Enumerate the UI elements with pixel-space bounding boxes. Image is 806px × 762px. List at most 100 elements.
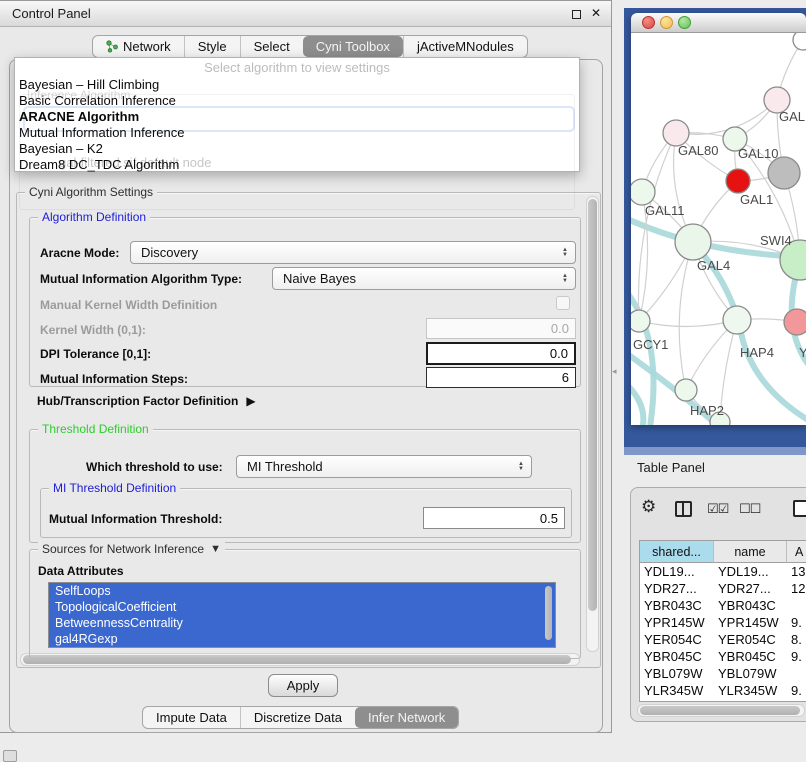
list-scrollbar-thumb[interactable] [545, 586, 552, 640]
table-cell[interactable]: YIL052C [640, 699, 714, 702]
which-threshold-select[interactable]: MI Threshold ▲▼ [236, 455, 532, 478]
table-cell[interactable]: 8. [787, 631, 806, 648]
minimize-traffic-icon[interactable] [660, 16, 673, 29]
splitter-collapse-icon[interactable]: ◂ [612, 366, 617, 377]
mi-threshold-input[interactable] [423, 507, 565, 529]
algorithm-option[interactable]: Mutual Information Inference [19, 125, 184, 141]
network-edge[interactable] [676, 100, 777, 134]
scrollbar-thumb[interactable] [588, 199, 597, 611]
network-node-hub-gray[interactable] [768, 157, 800, 189]
scrollbar-thumb[interactable] [640, 706, 800, 715]
float-window-icon[interactable] [572, 10, 581, 19]
table-row[interactable]: YBR043CYBR043C [640, 597, 806, 614]
algorithm-option[interactable]: Basic Correlation Inference [19, 93, 176, 109]
algorithm-option-selected[interactable]: ARACNE Algorithm [19, 109, 139, 125]
network-node-gal1[interactable] [726, 169, 750, 193]
select-all-columns-icon[interactable]: ☑☑ [707, 501, 728, 517]
table-cell[interactable]: YLR345W [640, 682, 714, 699]
kernel-width-input[interactable] [426, 318, 576, 339]
table-row[interactable]: YBL079WYBL079W [640, 665, 806, 682]
table-cell[interactable]: YIL052C [714, 699, 787, 702]
network-node-gal4[interactable] [675, 224, 711, 260]
network-node-hap4[interactable] [723, 306, 751, 334]
tab-jactivemnodules[interactable]: jActiveMNodules [403, 36, 527, 57]
mi-steps-input[interactable] [426, 367, 576, 388]
network-graph[interactable]: GALGAL80GAL10GAL1GAL11GAL4SWI4GCY1HAP4YH… [631, 33, 806, 425]
column-header-shared-name[interactable]: shared... [640, 541, 714, 563]
column-header-name[interactable]: name [714, 541, 787, 563]
table-row[interactable]: YDL19...YDL19...13 [640, 563, 806, 580]
new-table-icon[interactable] [793, 500, 806, 517]
network-node-gal11[interactable] [631, 179, 655, 205]
network-edge[interactable] [639, 320, 737, 327]
table-row[interactable]: YBR045CYBR045C9. [640, 648, 806, 665]
attribute-item-selected[interactable]: gal4RGexp [49, 631, 555, 647]
zoom-traffic-icon[interactable] [678, 16, 691, 29]
table-cell[interactable]: YPR145W [640, 614, 714, 631]
close-icon[interactable]: ✕ [591, 6, 601, 20]
table-cell[interactable]: YBL079W [714, 665, 787, 682]
network-view-window[interactable]: GALGAL80GAL10GAL1GAL11GAL4SWI4GCY1HAP4YH… [631, 13, 806, 425]
network-edge-highlighted[interactable] [631, 378, 643, 425]
table-cell[interactable]: 0 [787, 699, 806, 702]
network-node-edge-node[interactable] [793, 33, 806, 50]
network-canvas[interactable]: GALGAL80GAL10GAL1GAL11GAL4SWI4GCY1HAP4YH… [631, 33, 806, 425]
table-cell[interactable]: 13 [787, 563, 806, 580]
columns-icon[interactable] [675, 501, 692, 517]
table-cell[interactable]: YBR045C [714, 648, 787, 665]
mi-algorithm-type-select[interactable]: Naive Bayes ▲▼ [272, 267, 576, 290]
table-cell[interactable]: YDR27... [714, 580, 787, 597]
table-cell[interactable]: YBR043C [714, 597, 787, 614]
table-cell[interactable]: YDL19... [640, 563, 714, 580]
data-attributes-list[interactable]: SelfLoops TopologicalCoefficient Between… [48, 582, 556, 648]
algorithm-option[interactable]: Dream8 DC_TDC Algorithm [19, 157, 179, 173]
network-node-gcy1[interactable] [631, 310, 650, 332]
table-row[interactable]: YLR345WYLR345W9. [640, 682, 806, 699]
table-horizontal-scrollbar[interactable] [637, 704, 805, 717]
table-row[interactable]: YDR27...YDR27...12 [640, 580, 806, 597]
table-cell[interactable]: YPR145W [714, 614, 787, 631]
gear-icon[interactable]: ⚙ [641, 497, 656, 517]
table-cell[interactable] [787, 597, 806, 614]
network-node-salmon[interactable] [784, 309, 806, 335]
table-cell[interactable] [787, 665, 806, 682]
table-row[interactable]: YIL052CYIL052C0 [640, 699, 806, 702]
attribute-item-selected[interactable]: BetweennessCentrality [49, 615, 555, 631]
table-cell[interactable]: YBR043C [640, 597, 714, 614]
table-cell[interactable]: 9. [787, 682, 806, 699]
algorithm-option[interactable]: Bayesian – Hill Climbing [19, 77, 159, 93]
panel-corner-button[interactable] [3, 750, 17, 762]
table-cell[interactable]: 12 [787, 580, 806, 597]
table-cell[interactable]: YDL19... [714, 563, 787, 580]
table-cell[interactable]: YER054C [714, 631, 787, 648]
tab-cyni-toolbox[interactable]: Cyni Toolbox [303, 36, 403, 57]
table-cell[interactable]: YLR345W [714, 682, 787, 699]
network-node-hap2[interactable] [675, 379, 697, 401]
tab-discretize-data[interactable]: Discretize Data [240, 707, 355, 728]
table-cell[interactable]: YBR045C [640, 648, 714, 665]
collapsed-arrow-icon[interactable]: ▶ [246, 394, 255, 408]
algorithm-option[interactable]: Bayesian – K2 [19, 141, 103, 157]
tab-network[interactable]: Network [93, 36, 184, 57]
table-cell[interactable]: 9. [787, 614, 806, 631]
attribute-item-selected[interactable]: TopologicalCoefficient [49, 599, 555, 615]
manual-kernel-width-checkbox[interactable] [556, 296, 570, 310]
hub-definition-section[interactable]: Hub/Transcription Factor Definition ▶ [37, 394, 256, 408]
table-row[interactable]: YPR145WYPR145W9. [640, 614, 806, 631]
table-cell[interactable]: YDR27... [640, 580, 714, 597]
table-row[interactable]: YER054CYER054C8. [640, 631, 806, 648]
dpi-tolerance-input[interactable] [426, 342, 576, 365]
tab-impute-data[interactable]: Impute Data [143, 707, 240, 728]
close-traffic-icon[interactable] [642, 16, 655, 29]
settings-vertical-scrollbar[interactable] [586, 196, 599, 652]
column-header-partial[interactable]: A [787, 541, 806, 563]
table-cell[interactable]: 9. [787, 648, 806, 665]
tab-style[interactable]: Style [184, 36, 240, 57]
network-window-titlebar[interactable] [631, 13, 806, 33]
table-cell[interactable]: YBL079W [640, 665, 714, 682]
table-cell[interactable]: YER054C [640, 631, 714, 648]
apply-button[interactable]: Apply [268, 674, 338, 697]
attribute-item-selected[interactable]: SelfLoops [49, 583, 555, 599]
tab-infer-network[interactable]: Infer Network [355, 707, 458, 728]
expanded-arrow-icon[interactable]: ▼ [210, 543, 221, 555]
